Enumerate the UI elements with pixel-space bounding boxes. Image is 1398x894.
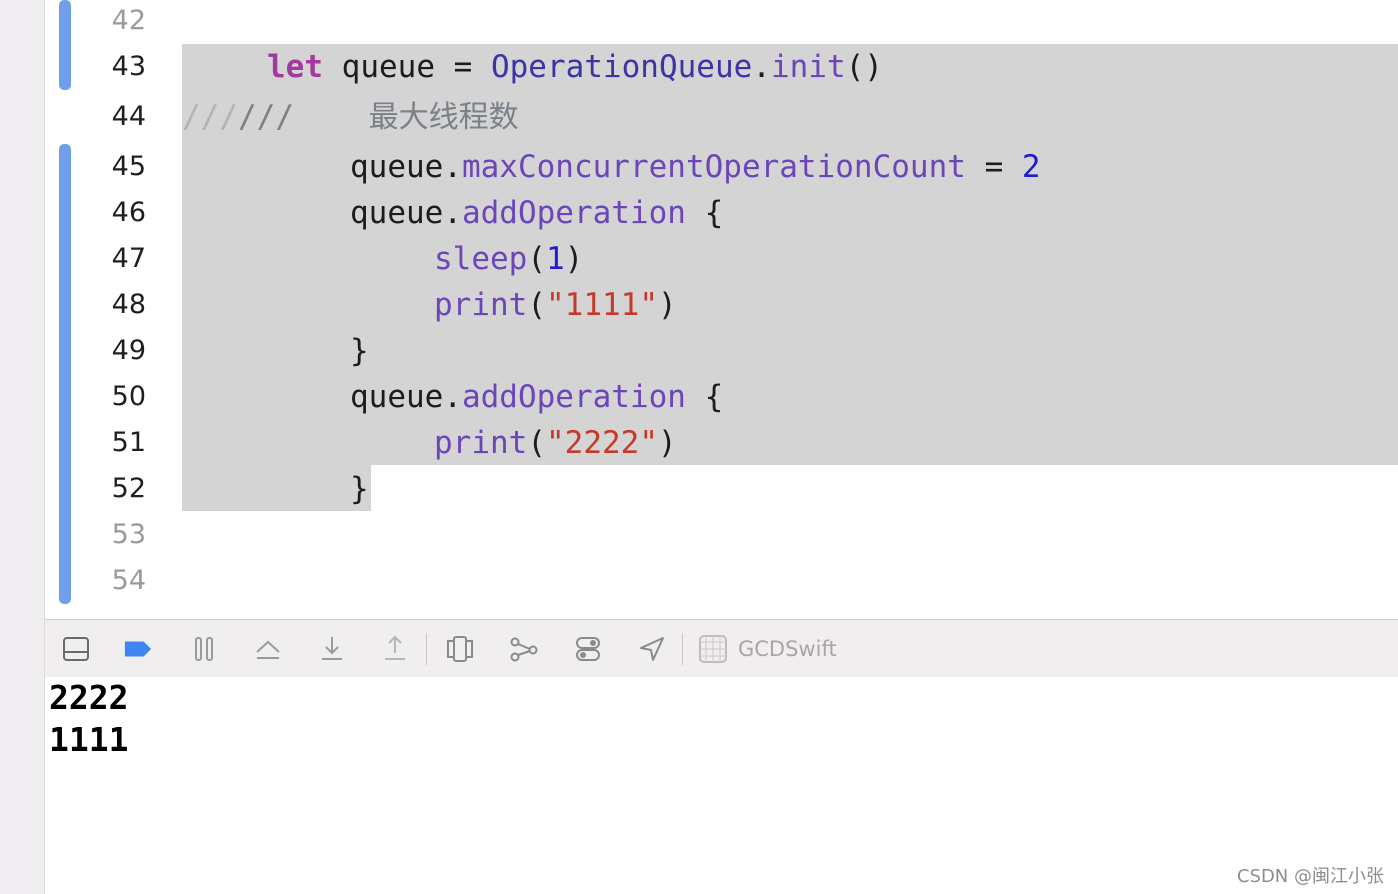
comment-slashes: /// <box>182 99 238 135</box>
console-line: 1111 <box>49 720 129 759</box>
code-text: } <box>350 471 369 507</box>
code-line[interactable]: queue.maxConcurrentOperationCount = 2 <box>350 144 1041 190</box>
change-indicator-bar[interactable] <box>59 144 71 604</box>
left-gutter-strip <box>0 0 45 894</box>
line-number: 49 <box>111 335 146 366</box>
pause-icon[interactable] <box>189 634 219 664</box>
line-number: 50 <box>111 381 146 412</box>
code-text: queue = <box>323 49 491 85</box>
line-number: 48 <box>111 289 146 320</box>
number-literal: 2 <box>1021 149 1041 185</box>
line-number: 53 <box>111 519 146 550</box>
method-name: addOperation <box>461 379 686 415</box>
code-text: () <box>845 49 883 85</box>
line-number: 44 <box>111 101 146 132</box>
step-over-icon[interactable] <box>253 634 283 664</box>
environment-overrides-icon[interactable] <box>573 634 603 664</box>
function-name: print <box>434 287 528 323</box>
comment-text: 最大线程数 <box>368 100 519 135</box>
code-text: queue. <box>350 195 462 231</box>
line-number: 47 <box>111 243 146 274</box>
breakpoints-icon[interactable] <box>123 634 153 664</box>
method-name: init <box>770 49 846 85</box>
property-name: maxConcurrentOperationCount <box>461 149 966 185</box>
code-text: queue. <box>350 379 462 415</box>
code-text: ) <box>657 287 677 323</box>
code-text: queue. <box>350 149 462 185</box>
console-output[interactable]: 2222 1111 <box>45 677 1398 894</box>
line-number: 54 <box>111 565 146 596</box>
line-number: 42 <box>111 5 146 36</box>
toolbar-separator <box>426 633 427 665</box>
code-editor[interactable]: 42 43 44 45 46 47 48 49 50 51 52 53 54 l… <box>45 0 1398 618</box>
code-line[interactable]: print("1111") <box>434 282 677 328</box>
target-label[interactable]: GCDSwift <box>738 634 837 664</box>
comment-slashes: /// <box>238 99 294 135</box>
watermark: CSDN @闽江小张 <box>1236 866 1384 887</box>
code-text: ( <box>527 425 546 461</box>
line-number: 45 <box>111 151 146 182</box>
view-hierarchy-icon[interactable] <box>445 634 475 664</box>
line-number: 46 <box>111 197 146 228</box>
line-number: 43 <box>111 51 146 82</box>
toolbar-separator <box>682 633 683 665</box>
line-number: 51 <box>111 427 146 458</box>
step-out-icon[interactable] <box>380 634 410 664</box>
code-text: ) <box>657 425 677 461</box>
keyword: let <box>267 49 323 85</box>
function-name: print <box>434 425 528 461</box>
debug-toolbar: GCDSwift <box>45 619 1398 678</box>
string-literal: "1111" <box>546 287 658 323</box>
line-number: 52 <box>111 473 146 504</box>
number-literal: 1 <box>546 241 565 277</box>
code-text: ( <box>527 241 546 277</box>
code-line[interactable]: let queue = OperationQueue.init() <box>267 44 883 90</box>
code-line[interactable]: queue.addOperation { <box>350 190 723 236</box>
code-line[interactable]: } <box>350 328 369 374</box>
code-text: . <box>752 49 771 85</box>
code-text: { <box>685 379 724 415</box>
location-icon[interactable] <box>637 634 667 664</box>
comment-line[interactable]: ////// 最大线程数 <box>182 94 519 141</box>
console-line: 2222 <box>49 678 129 717</box>
selection-highlight <box>182 465 371 511</box>
code-line[interactable]: queue.addOperation { <box>350 374 723 420</box>
code-text: = <box>965 149 1022 185</box>
method-name: addOperation <box>461 195 686 231</box>
code-line[interactable]: print("2222") <box>434 420 677 466</box>
code-text: ) <box>564 241 584 277</box>
change-indicator-bar[interactable] <box>59 0 71 90</box>
hide-debug-area-icon[interactable] <box>61 634 91 664</box>
memory-graph-icon[interactable] <box>509 634 539 664</box>
step-into-icon[interactable] <box>317 634 347 664</box>
scheme-icon[interactable] <box>698 634 728 664</box>
code-line[interactable]: sleep(1) <box>434 236 583 282</box>
comment-space <box>294 99 369 135</box>
function-name: sleep <box>434 241 528 277</box>
code-text: } <box>350 333 369 369</box>
code-text: { <box>685 195 724 231</box>
code-line[interactable]: } <box>350 466 369 512</box>
string-literal: "2222" <box>546 425 658 461</box>
code-text: ( <box>527 287 546 323</box>
type-name: OperationQueue <box>490 49 753 85</box>
